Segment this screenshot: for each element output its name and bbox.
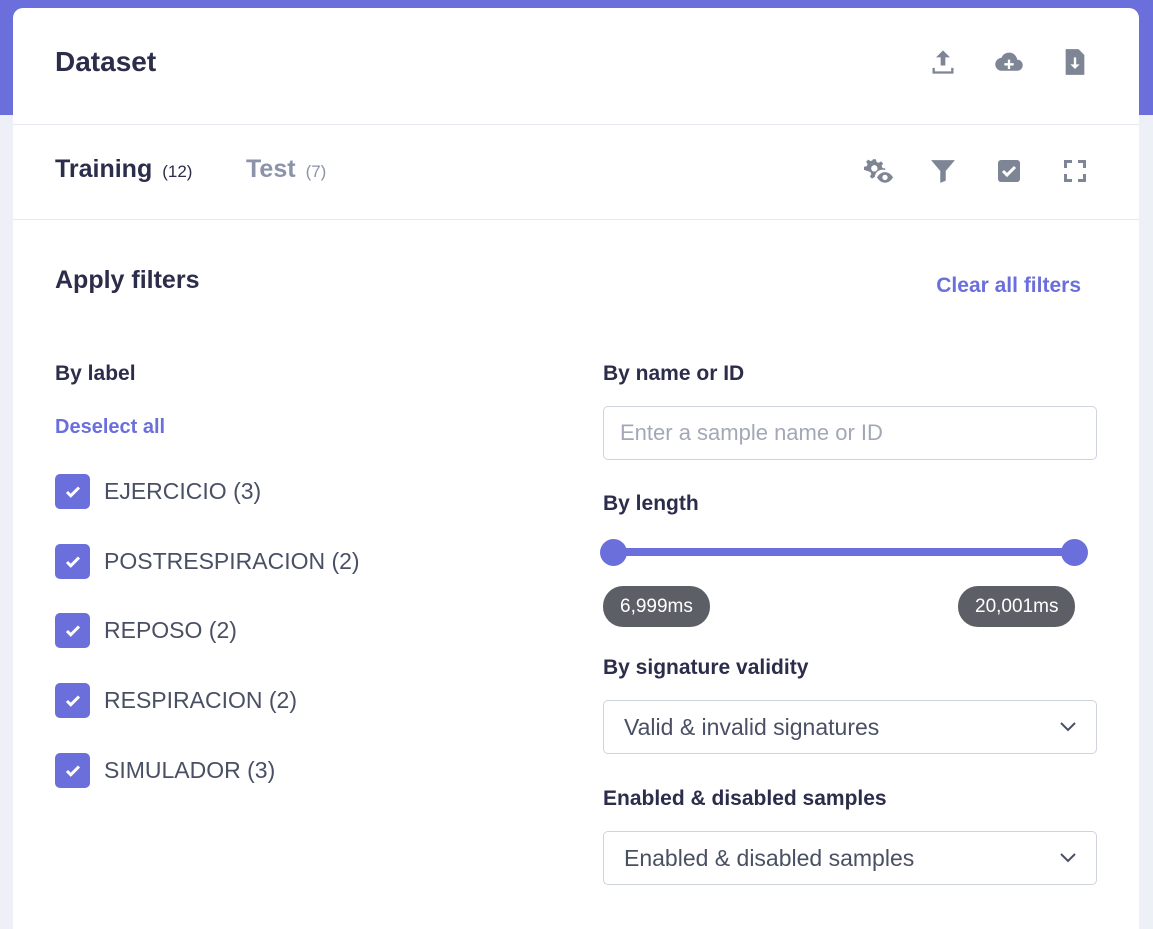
dataset-card: Dataset Training (12) Test (7) Apply fil… bbox=[13, 8, 1139, 929]
label-checkbox-row[interactable]: REPOSO (2) bbox=[55, 613, 237, 648]
check-icon bbox=[65, 764, 80, 777]
checkbox-label: SIMULADOR (3) bbox=[104, 757, 276, 783]
chevron-down-icon bbox=[1060, 722, 1076, 732]
chevron-down-icon bbox=[1060, 853, 1076, 863]
checkbox[interactable] bbox=[55, 544, 90, 579]
file-download-icon[interactable] bbox=[1059, 46, 1091, 78]
check-icon bbox=[65, 555, 80, 568]
signature-validity-value: Valid & invalid signatures bbox=[624, 713, 880, 740]
enabled-samples-select[interactable]: Enabled & disabled samples bbox=[603, 831, 1097, 885]
check-icon bbox=[65, 694, 80, 707]
length-slider-min-handle[interactable] bbox=[600, 539, 627, 566]
tab-training-count: (12) bbox=[162, 162, 193, 181]
page-title: Dataset bbox=[55, 46, 157, 77]
label-checkbox-row[interactable]: POSTRESPIRACION (2) bbox=[55, 544, 360, 579]
length-slider-track[interactable] bbox=[613, 548, 1075, 556]
checkbox-label: REPOSO (2) bbox=[104, 617, 237, 643]
deselect-all-link[interactable]: Deselect all bbox=[55, 416, 165, 439]
checkbox[interactable] bbox=[55, 613, 90, 648]
check-icon bbox=[65, 485, 80, 498]
checkbox-label: EJERCICIO (3) bbox=[104, 478, 262, 504]
checkbox-label: POSTRESPIRACION (2) bbox=[104, 548, 360, 574]
enabled-samples-value: Enabled & disabled samples bbox=[624, 844, 915, 871]
enabled-samples-heading: Enabled & disabled samples bbox=[603, 787, 887, 810]
checkbox[interactable] bbox=[55, 474, 90, 509]
length-slider-max-handle[interactable] bbox=[1061, 539, 1088, 566]
fullscreen-icon[interactable] bbox=[1059, 155, 1091, 187]
tab-test-label: Test bbox=[246, 155, 296, 183]
sample-search-input[interactable] bbox=[603, 406, 1097, 460]
check-icon bbox=[65, 624, 80, 637]
tabs-row: Training (12) Test (7) bbox=[13, 125, 1139, 220]
by-signature-heading: By signature validity bbox=[603, 656, 809, 679]
tab-training[interactable]: Training (12) bbox=[55, 155, 192, 184]
header-toolbar bbox=[927, 46, 1091, 78]
by-name-heading: By name or ID bbox=[603, 362, 745, 385]
length-min-tooltip: 6,999ms bbox=[603, 586, 710, 627]
upload-icon[interactable] bbox=[927, 46, 959, 78]
clear-all-filters-link[interactable]: Clear all filters bbox=[936, 274, 1081, 298]
filters-title: Apply filters bbox=[55, 266, 200, 294]
cloud-add-icon[interactable] bbox=[993, 46, 1025, 78]
checkbox-label: RESPIRACION (2) bbox=[104, 687, 297, 713]
label-checkbox-row[interactable]: SIMULADOR (3) bbox=[55, 753, 275, 788]
check-square-icon[interactable] bbox=[993, 155, 1025, 187]
tab-test-count: (7) bbox=[305, 162, 327, 181]
tab-toolbar bbox=[861, 155, 1091, 187]
card-header: Dataset bbox=[13, 8, 1139, 125]
settings-eye-icon[interactable] bbox=[861, 155, 893, 187]
filters-panel: Apply filters Clear all filters By label… bbox=[13, 220, 1139, 920]
tab-training-label: Training bbox=[55, 155, 153, 183]
label-checkbox-row[interactable]: RESPIRACION (2) bbox=[55, 683, 297, 718]
label-checkbox-row[interactable]: EJERCICIO (3) bbox=[55, 474, 261, 509]
signature-validity-select[interactable]: Valid & invalid signatures bbox=[603, 700, 1097, 754]
checkbox[interactable] bbox=[55, 683, 90, 718]
checkbox[interactable] bbox=[55, 753, 90, 788]
filter-icon[interactable] bbox=[927, 155, 959, 187]
by-label-heading: By label bbox=[55, 362, 136, 385]
tab-test[interactable]: Test (7) bbox=[246, 155, 326, 184]
by-length-heading: By length bbox=[603, 492, 699, 515]
length-max-tooltip: 20,001ms bbox=[958, 586, 1076, 627]
